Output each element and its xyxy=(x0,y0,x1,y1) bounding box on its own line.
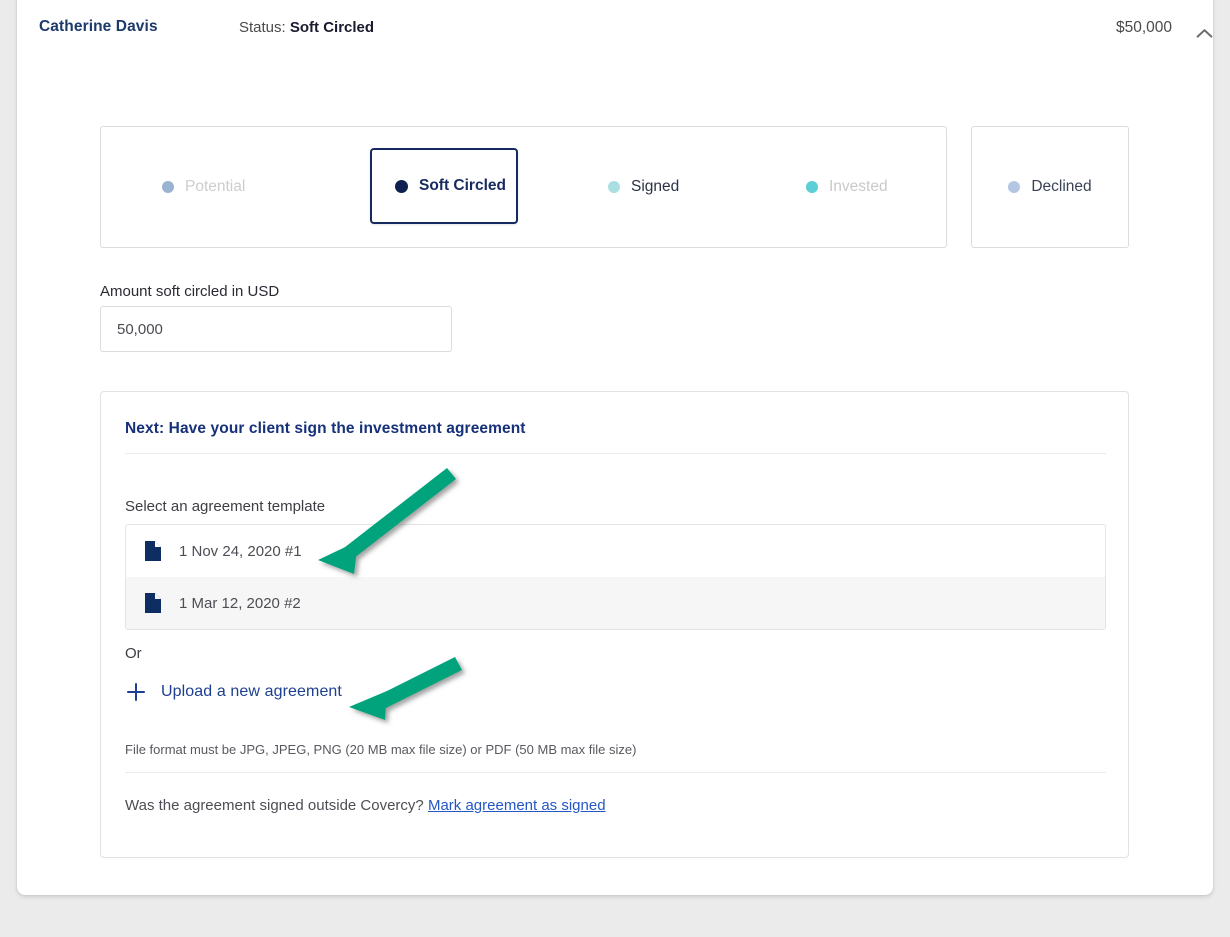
select-template-label: Select an agreement template xyxy=(125,498,326,515)
template-list-item[interactable]: 1 Nov 24, 2020 #1 xyxy=(126,525,1105,577)
step-label-declined: Declined xyxy=(1031,178,1092,195)
step-label-invested: Invested xyxy=(829,178,888,195)
status-value: Soft Circled xyxy=(289,19,375,36)
agreement-template-list: 1 Nov 24, 2020 #1 1 Mar 12, 2020 #2 xyxy=(125,524,1106,630)
step-invested[interactable]: Invested xyxy=(806,127,888,247)
chevron-up-icon xyxy=(1196,28,1213,39)
divider-bottom xyxy=(125,772,1106,773)
screen: Catherine Davis Status: Soft Circled $50… xyxy=(0,0,1230,937)
document-icon xyxy=(145,541,161,561)
status-stepper: Potential Soft Circled Signed Invested xyxy=(100,126,947,248)
client-name: Catherine Davis xyxy=(39,18,158,35)
divider-top xyxy=(125,453,1106,454)
upload-new-agreement-button[interactable]: Upload a new agreement xyxy=(125,681,342,703)
step-dot-signed xyxy=(608,181,620,193)
step-signed[interactable]: Signed xyxy=(608,127,679,247)
investor-detail-card: Catherine Davis Status: Soft Circled $50… xyxy=(17,0,1213,895)
step-dot-potential xyxy=(162,181,174,193)
template-name: 1 Nov 24, 2020 #1 xyxy=(179,542,302,560)
step-soft-circled[interactable]: Soft Circled xyxy=(370,148,518,224)
step-dot-declined xyxy=(1008,181,1021,193)
collapse-toggle-button[interactable] xyxy=(1185,18,1223,48)
step-label-signed: Signed xyxy=(631,178,680,195)
mark-agreement-as-signed-link[interactable]: Mark agreement as signed xyxy=(428,797,606,814)
step-dot-soft-circled xyxy=(395,179,408,193)
step-label-soft-circled: Soft Circled xyxy=(419,177,506,194)
next-step-panel: Next: Have your client sign the investme… xyxy=(100,391,1129,858)
template-name: 1 Mar 12, 2020 #2 xyxy=(179,594,301,612)
signed-outside-question: Was the agreement signed outside Covercy… xyxy=(125,797,424,814)
upload-new-agreement-label: Upload a new agreement xyxy=(161,683,342,700)
step-declined[interactable]: Declined xyxy=(971,126,1129,248)
commitment-amount: $50,000 xyxy=(1115,19,1172,36)
card-header: Catherine Davis Status: Soft Circled $50… xyxy=(17,0,1213,58)
step-potential[interactable]: Potential xyxy=(162,127,245,247)
status-label: Status: xyxy=(239,19,286,36)
signed-outside-row: Was the agreement signed outside Covercy… xyxy=(125,797,606,814)
document-icon xyxy=(145,593,161,613)
next-step-title: Next: Have your client sign the investme… xyxy=(125,420,526,437)
step-dot-invested xyxy=(806,181,818,193)
step-label-potential: Potential xyxy=(185,178,246,195)
plus-icon xyxy=(127,683,145,701)
template-list-item[interactable]: 1 Mar 12, 2020 #2 xyxy=(126,577,1105,629)
or-separator-text: Or xyxy=(125,645,142,662)
amount-field-label: Amount soft circled in USD xyxy=(100,283,280,300)
file-format-note: File format must be JPG, JPEG, PNG (20 M… xyxy=(125,742,637,757)
amount-input[interactable] xyxy=(100,306,452,352)
status-display: Status: Soft Circled xyxy=(239,19,374,36)
